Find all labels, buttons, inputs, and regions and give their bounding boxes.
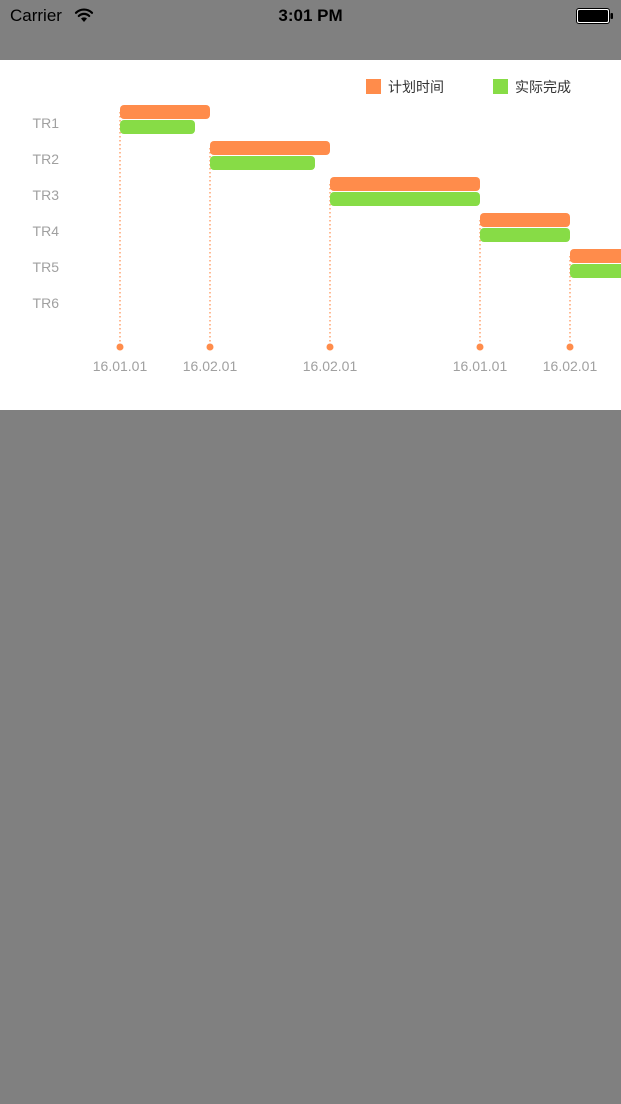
actual-bar-tr1 [120,120,195,134]
x-tick-dot [566,343,574,351]
actual-bar-tr4 [480,228,570,242]
x-tick-label: 16.02.01 [303,358,358,374]
x-tick-label: 16.01.01 [93,358,148,374]
planned-bar-tr3 [330,177,480,191]
planned-bar-tr4 [480,213,570,227]
legend-label-actual: 实际完成 [515,80,571,96]
actual-bar-tr3 [330,192,480,206]
legend-label-planned: 计划时间 [388,80,444,96]
planned-bar-tr2 [210,141,330,155]
clock-time: 3:01 PM [278,6,343,25]
x-tick-dot [206,343,214,351]
y-tick-label: TR2 [33,151,60,167]
x-tick-label: 16.01.01 [453,358,508,374]
gantt-chart: TR1 TR2 TR3 TR4 TR5 TR6 16.01.01 16.02.01 16.02.… [33,79,621,374]
y-tick-label: TR5 [33,259,60,275]
actual-bar-tr5 [570,264,621,278]
planned-bar-tr1 [120,105,210,119]
planned-bar-tr5 [570,249,621,263]
status-bar: Carrier 3:01 PM [0,0,621,32]
x-tick-dot [476,343,484,351]
y-tick-label: TR1 [33,115,60,131]
battery-icon [576,8,613,24]
x-tick-dot [116,343,124,351]
legend-swatch-actual [493,79,508,94]
y-tick-label: TR6 [33,295,60,311]
legend-swatch-planned [366,79,381,94]
x-tick-label: 16.02.01 [183,358,238,374]
y-tick-label: TR3 [33,187,60,203]
actual-bar-tr2 [210,156,315,170]
y-tick-label: TR4 [33,223,60,239]
x-tick-label: 16.02.01 [543,358,598,374]
x-tick-dot [326,343,334,351]
chart-card: TR1 TR2 TR3 TR4 TR5 TR6 16.01.01 16.02.01 16.02.… [0,60,621,410]
